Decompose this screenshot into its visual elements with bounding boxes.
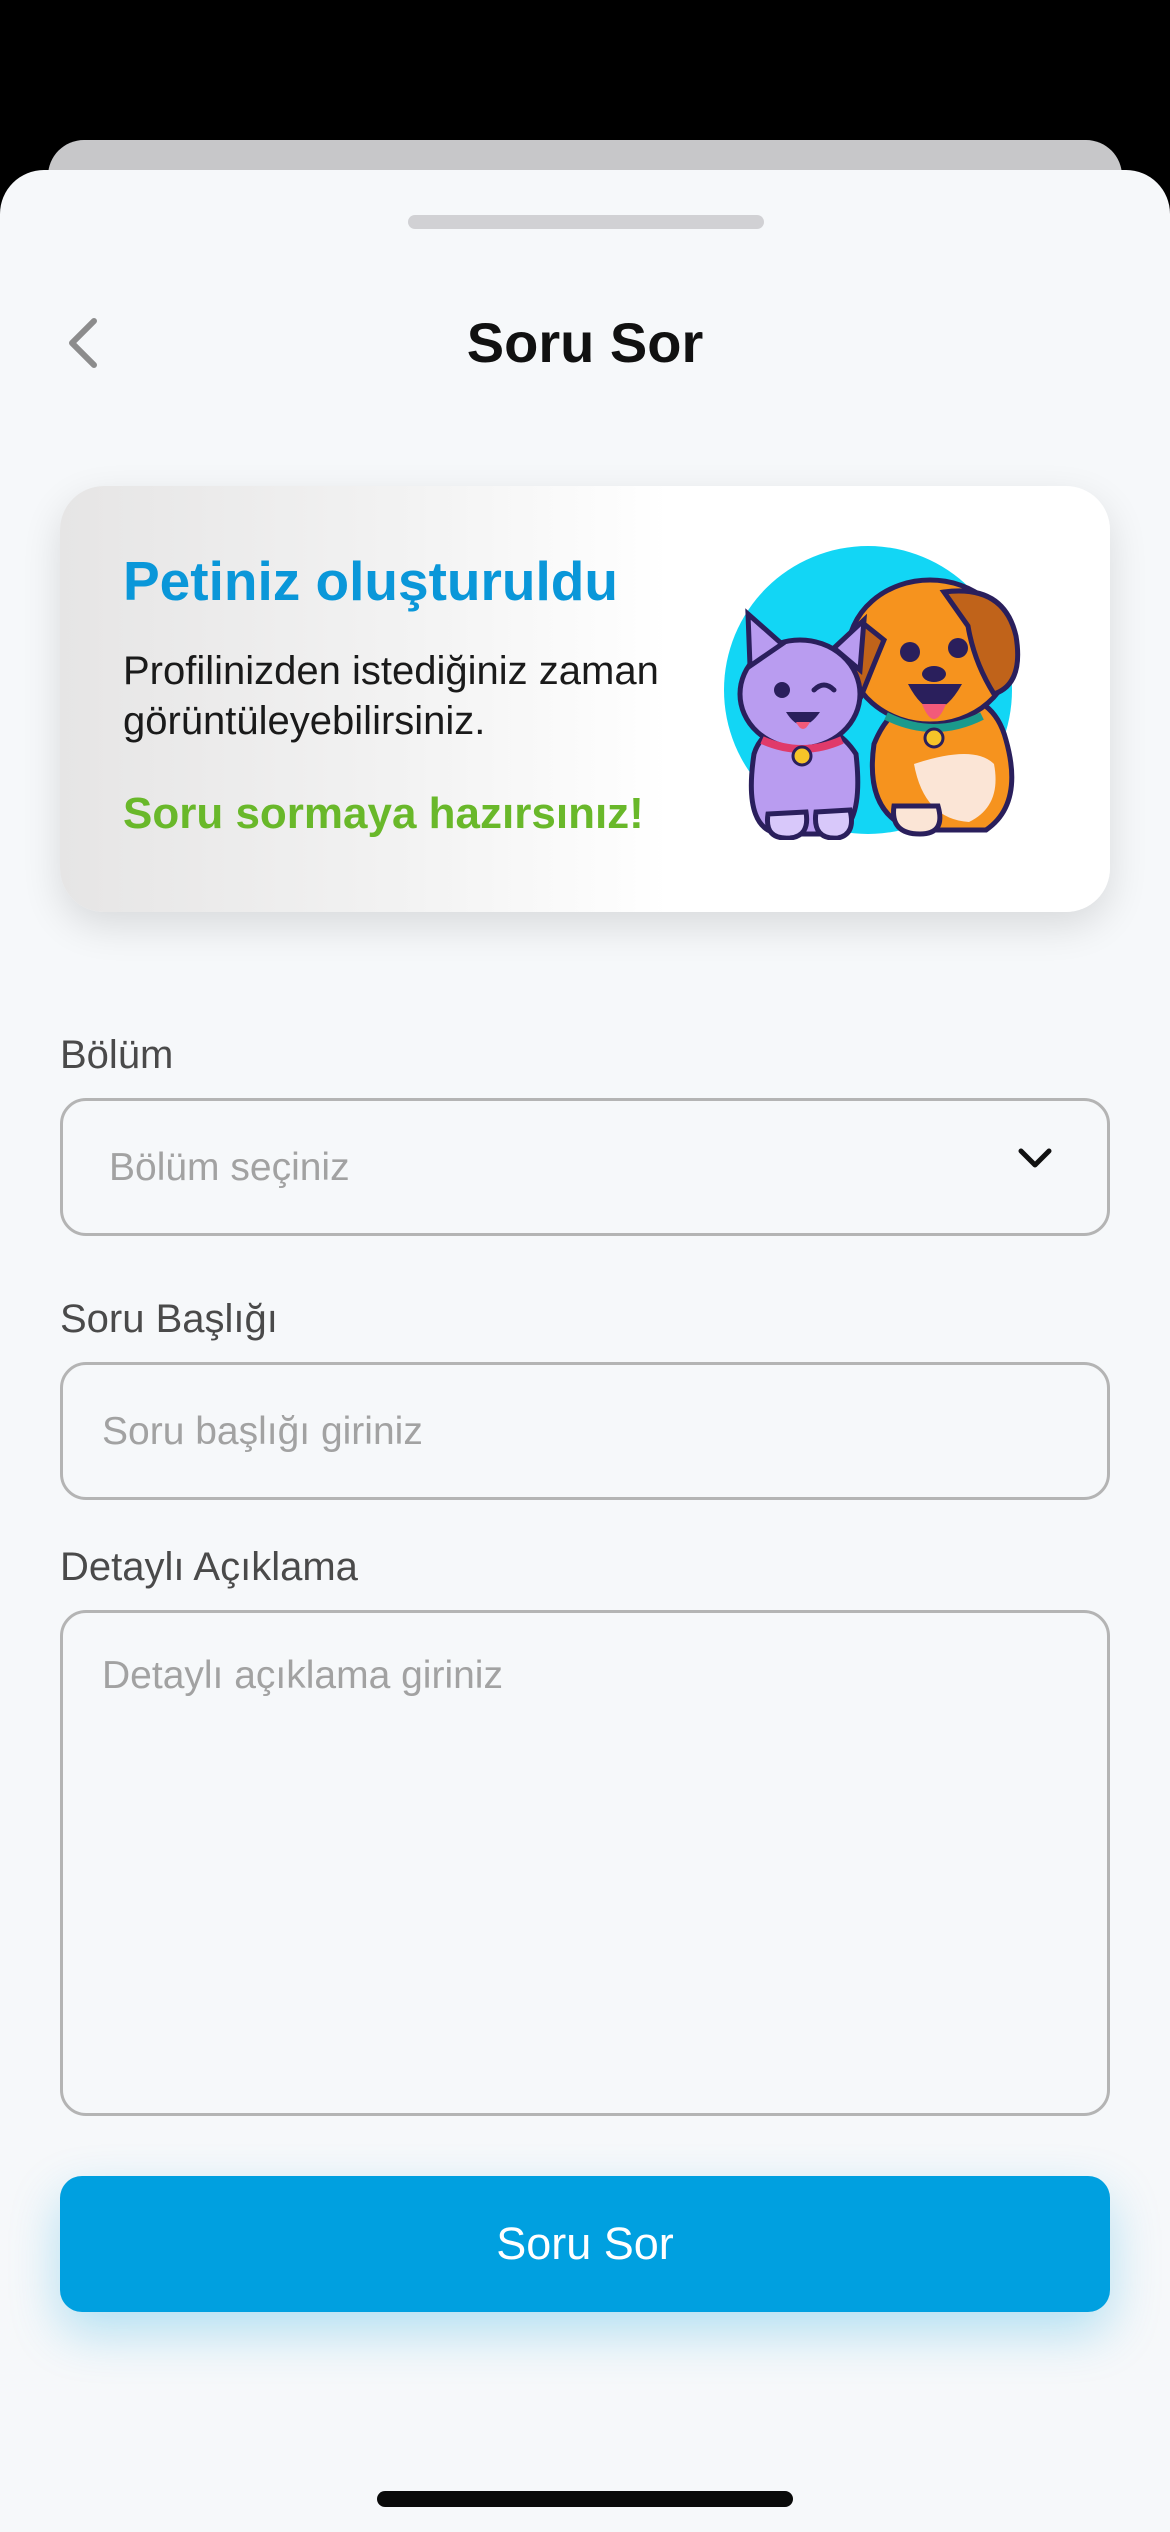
description-placeholder: Detaylı açıklama giriniz <box>102 1654 503 1697</box>
description-textarea[interactable]: Detaylı açıklama giriniz <box>60 1610 1110 2116</box>
home-indicator <box>377 2491 793 2507</box>
modal-sheet: Soru Sor Petiniz oluşturuldu Profilinizd… <box>0 170 1170 2532</box>
question-title-placeholder: Soru başlığı giriniz <box>102 1410 423 1453</box>
banner-title: Petiniz oluşturuldu <box>123 550 618 612</box>
submit-question-button[interactable]: Soru Sor <box>60 2176 1110 2312</box>
question-title-label: Soru Başlığı <box>60 1297 278 1341</box>
banner-text: Profilinizden istediğiniz zaman görüntül… <box>123 649 659 743</box>
banner-cta: Soru sormaya hazırsınız! <box>123 789 644 838</box>
cat-and-dog-illustration <box>724 546 1021 840</box>
chevron-down-icon <box>1018 1148 1052 1168</box>
question-title-input[interactable]: Soru başlığı giriniz <box>60 1362 1110 1500</box>
page-title: Soru Sor <box>466 311 704 374</box>
section-select-placeholder: Bölüm seçiniz <box>109 1146 350 1189</box>
description-label: Detaylı Açıklama <box>60 1545 358 1589</box>
pet-created-banner: Petiniz oluşturuldu Profilinizden istedi… <box>60 486 1110 912</box>
sheet-grabber[interactable] <box>408 215 764 229</box>
section-select[interactable]: Bölüm seçiniz <box>60 1098 1110 1236</box>
section-label: Bölüm <box>60 1033 174 1077</box>
